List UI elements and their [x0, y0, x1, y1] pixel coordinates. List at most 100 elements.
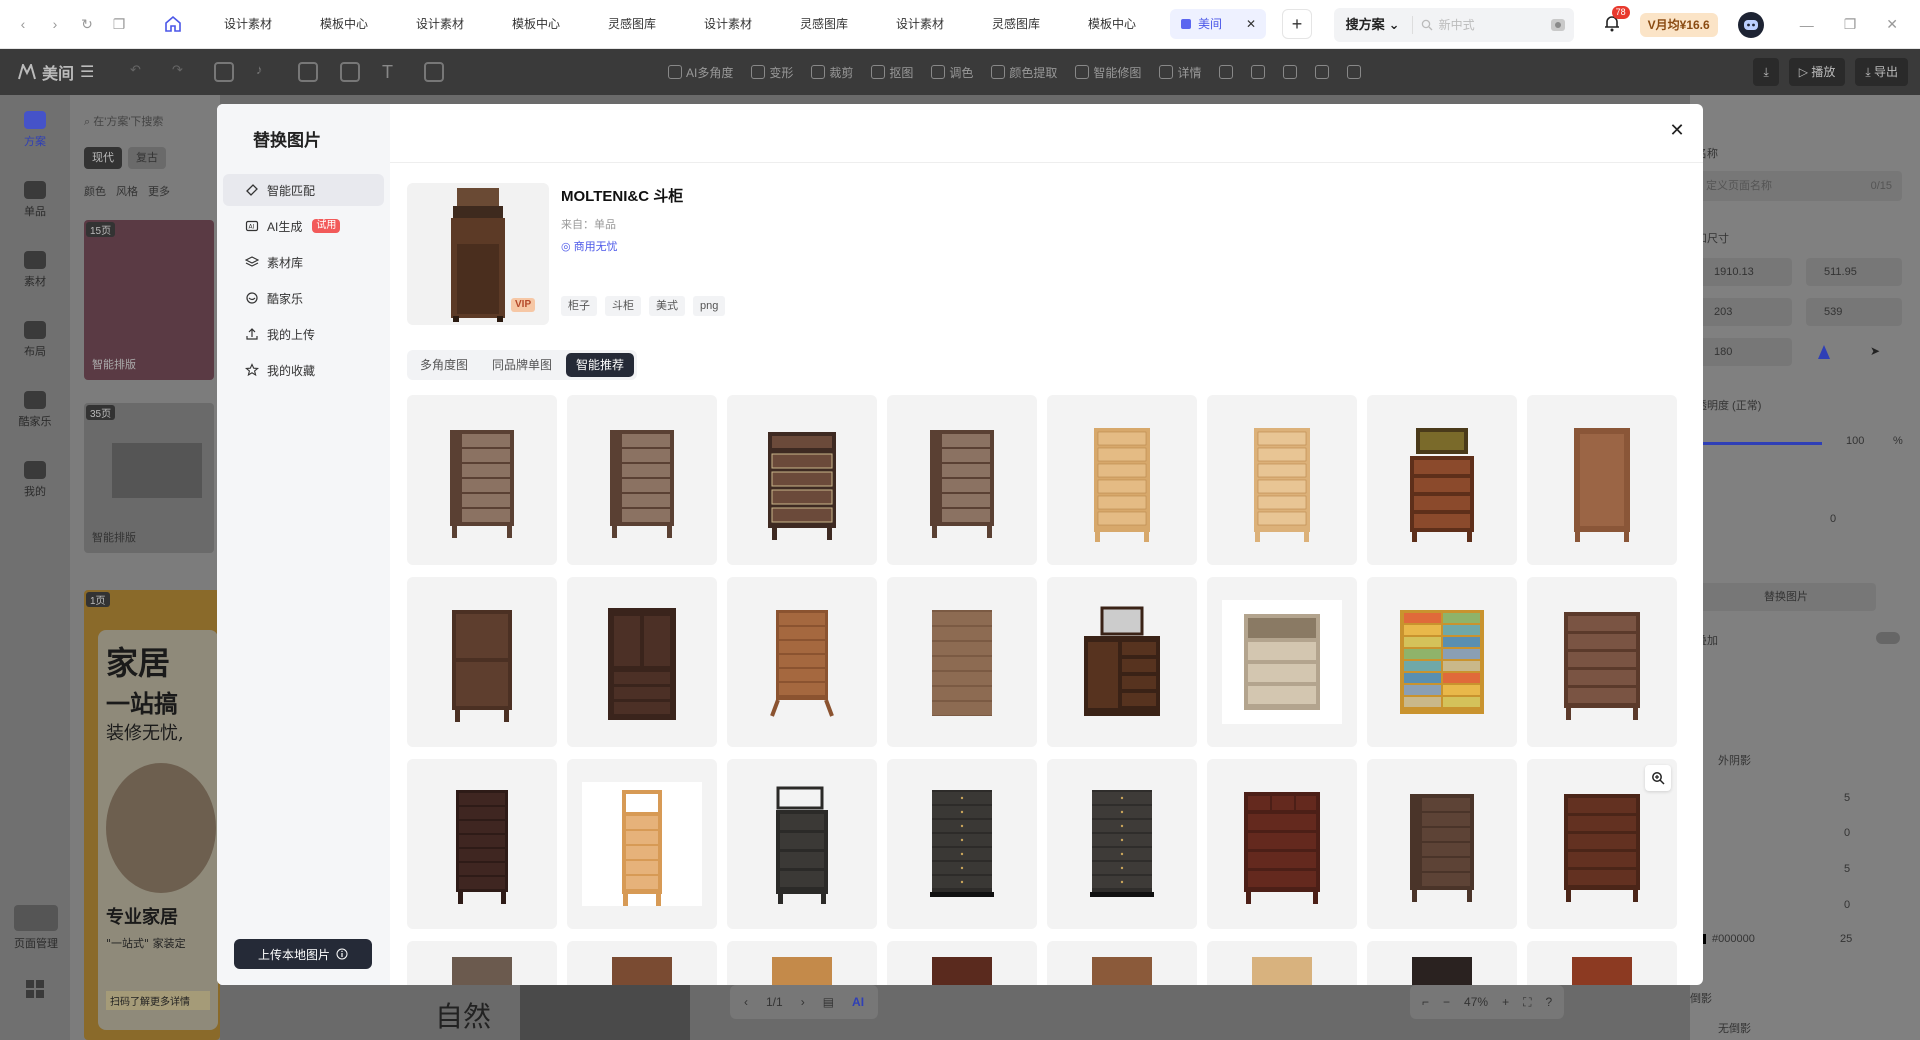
result-item[interactable]	[887, 941, 1037, 985]
search-input[interactable]: 新中式	[1413, 16, 1550, 33]
result-item[interactable]	[1367, 759, 1517, 929]
text-icon[interactable]: T	[382, 62, 402, 82]
shadow-opacity[interactable]: 25	[1840, 933, 1852, 945]
result-item[interactable]	[1207, 395, 1357, 565]
app-logo[interactable]: 美间 ☰	[0, 60, 120, 84]
export-button[interactable]: ⤓ 导出	[1855, 58, 1908, 86]
modal-nav-item-1[interactable]: AI AI生成 试用	[223, 210, 384, 242]
result-item[interactable]	[887, 759, 1037, 929]
opacity-value[interactable]: 100	[1846, 435, 1864, 447]
result-item[interactable]	[407, 941, 557, 985]
forward-icon[interactable]: ›	[46, 15, 64, 33]
tool-0[interactable]: AI多角度	[668, 64, 733, 81]
other-value[interactable]: 0	[1830, 513, 1836, 525]
table-icon[interactable]	[424, 62, 444, 82]
tool-7[interactable]: 详情	[1159, 64, 1201, 81]
rail-item-3[interactable]: 布局	[0, 305, 70, 375]
modal-nav-item-4[interactable]: 我的上传	[223, 318, 384, 350]
template-card[interactable]: 35页 智能排版	[84, 403, 214, 553]
shadow-value[interactable]: 5	[1844, 792, 1850, 804]
more-dropdown[interactable]: 更多	[148, 183, 170, 199]
frame-icon[interactable]	[340, 62, 360, 82]
modal-close-icon[interactable]: ✕	[1665, 118, 1689, 142]
result-item[interactable]	[727, 577, 877, 747]
result-item[interactable]	[1207, 941, 1357, 985]
zoom-out-icon[interactable]: −	[1443, 995, 1450, 1009]
link-icon[interactable]	[1315, 65, 1330, 79]
browser-tab[interactable]: 设计素材	[392, 9, 488, 39]
flip-horizontal-icon[interactable]	[1816, 344, 1832, 360]
fit-icon[interactable]: ⛶	[1523, 995, 1531, 1010]
restore-icon[interactable]: ❐	[1844, 16, 1857, 33]
product-thumbnail[interactable]: VIP	[407, 183, 549, 325]
tab-1[interactable]: 同品牌单图	[482, 353, 562, 377]
result-item[interactable]	[407, 395, 557, 565]
product-tag[interactable]: 美式	[649, 296, 685, 316]
result-item[interactable]	[1207, 577, 1357, 747]
result-item[interactable]	[887, 577, 1037, 747]
shadow-color[interactable]: #000000	[1696, 933, 1755, 945]
modal-nav-item-3[interactable]: 酷家乐	[223, 282, 384, 314]
rail-item-0[interactable]: 方案	[0, 95, 70, 165]
camera-icon[interactable]	[1550, 17, 1566, 33]
redo-icon[interactable]: ↷	[172, 62, 192, 82]
save-icon[interactable]	[214, 62, 234, 82]
tool-3[interactable]: 抠图	[871, 64, 913, 81]
result-item[interactable]	[1047, 759, 1197, 929]
replace-image-button[interactable]: 替换图片	[1696, 583, 1876, 611]
x-input[interactable]: 203	[1696, 298, 1792, 326]
align-icon[interactable]	[1251, 65, 1266, 79]
copy-icon[interactable]: ❐	[110, 15, 128, 33]
minimize-icon[interactable]: —	[1800, 17, 1814, 33]
play-button[interactable]: ▷ 播放	[1788, 58, 1846, 86]
result-item[interactable]	[407, 759, 557, 929]
browser-tab[interactable]: 设计素材	[680, 9, 776, 39]
tool-4[interactable]: 调色	[931, 64, 973, 81]
mirror-icon[interactable]	[1219, 65, 1234, 79]
result-item[interactable]	[727, 941, 877, 985]
result-item[interactable]	[1207, 759, 1357, 929]
page-manage[interactable]: 页面管理	[8, 905, 64, 951]
result-item[interactable]	[727, 395, 877, 565]
browser-tab[interactable]: 模板中心	[488, 9, 584, 39]
left-search[interactable]: ⌕ 在'方案'下搜索	[84, 113, 163, 129]
browser-tab[interactable]: 灵感图库	[968, 9, 1064, 39]
tab-0[interactable]: 多角度图	[410, 353, 478, 377]
result-item[interactable]	[1527, 577, 1677, 747]
layer-icon[interactable]	[1283, 65, 1298, 79]
upload-local-button[interactable]: 上传本地图片	[234, 939, 372, 969]
vip-button[interactable]: V月均¥16.6	[1639, 12, 1718, 37]
help-icon[interactable]: ?	[1545, 995, 1552, 1009]
rail-item-4[interactable]: 酷家乐	[0, 375, 70, 445]
y-input[interactable]: 539	[1806, 298, 1902, 326]
rail-item-5[interactable]: 我的	[0, 445, 70, 515]
home-icon[interactable]	[160, 11, 186, 37]
color-dropdown[interactable]: 颜色	[84, 183, 106, 199]
grid-view-icon[interactable]	[26, 980, 44, 998]
shape-icon[interactable]	[298, 62, 318, 82]
filter-chip[interactable]: 复古	[128, 147, 166, 169]
menu-icon[interactable]: ☰	[80, 62, 94, 82]
next-page-icon[interactable]: ›	[801, 995, 805, 1009]
tool-5[interactable]: 颜色提取	[991, 64, 1057, 81]
tool-6[interactable]: 智能修图	[1075, 64, 1141, 81]
overlay-toggle[interactable]	[1876, 632, 1900, 644]
refresh-icon[interactable]: ↻	[78, 15, 96, 33]
ai-icon[interactable]: AI	[852, 995, 864, 1009]
name-input[interactable]: 定义页面名称 0/15	[1696, 171, 1902, 201]
notification-bell[interactable]: 78	[1602, 5, 1630, 37]
result-item[interactable]	[1047, 577, 1197, 747]
modal-nav-item-5[interactable]: 我的收藏	[223, 354, 384, 386]
tool-2[interactable]: 裁剪	[811, 64, 853, 81]
opacity-slider[interactable]	[1696, 442, 1822, 445]
product-tag[interactable]: png	[693, 296, 726, 316]
avatar[interactable]	[1737, 11, 1764, 38]
music-icon[interactable]: ♪	[256, 62, 276, 82]
shadow-value[interactable]: 5	[1844, 863, 1850, 875]
layers-icon[interactable]: ▤	[823, 995, 834, 1009]
tab-2[interactable]: 智能推荐	[566, 353, 635, 377]
zoom-in-icon[interactable]	[1645, 765, 1671, 791]
new-tab-button[interactable]: +	[1282, 9, 1312, 39]
result-item[interactable]	[1047, 941, 1197, 985]
flip-vertical-icon[interactable]: ➤	[1870, 344, 1886, 360]
